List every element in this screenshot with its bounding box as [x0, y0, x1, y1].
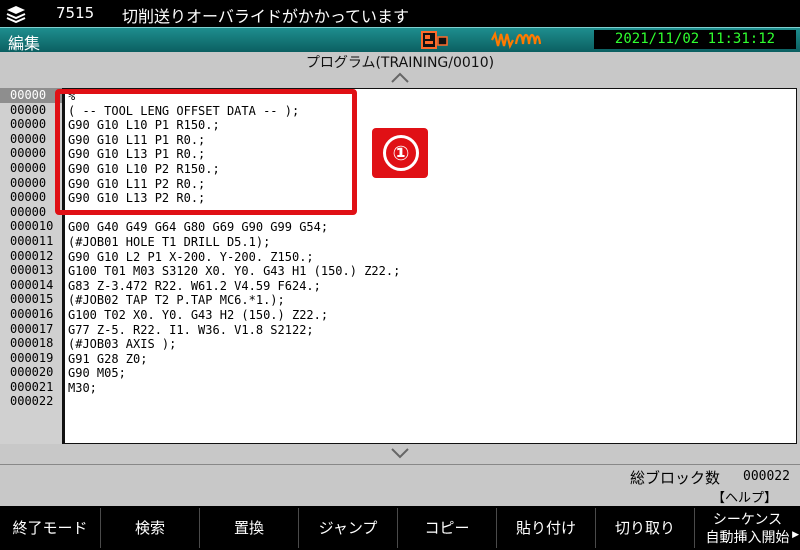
line-number: 000014 [10, 277, 54, 292]
line-number: 000011 [10, 233, 54, 248]
line-number: 00000 [10, 204, 47, 219]
line-number: 000019 [10, 350, 54, 365]
softkey-sequence-auto-insert[interactable]: シーケンス 自動挿入開始 ▶ [695, 508, 800, 548]
softkey-search[interactable]: 検索 [101, 508, 200, 548]
code-line[interactable]: G90 M05; [65, 366, 796, 381]
spindle-load-icon [491, 30, 542, 50]
submenu-arrow-icon: ▶ [792, 530, 799, 540]
code-line[interactable]: G100 T01 M03 S3120 X0. Y0. G43 H1 (150.)… [65, 264, 796, 279]
line-number: 000016 [10, 306, 54, 321]
edit-mode-icon [421, 31, 448, 49]
info-row: 総ブロック数 000022 [0, 464, 800, 487]
softkey-copy[interactable]: コピー [398, 508, 497, 548]
line-number: 000018 [10, 336, 54, 351]
line-number: 000015 [10, 292, 54, 307]
line-number: 00000 [10, 190, 47, 205]
line-number: 00000 [10, 102, 47, 117]
code-line[interactable]: (#JOB01 HOLE T1 DRILL D5.1); [65, 235, 796, 250]
code-line[interactable]: G00 G40 G49 G64 G80 G69 G90 G99 G54; [65, 220, 796, 235]
softkey-sequence-line2: 自動挿入開始 [705, 530, 790, 546]
softkey-bar: 終了モード 検索 置換 ジャンプ コピー 貼り付け 切り取り シーケンス 自動挿… [0, 506, 800, 550]
line-number: 00000 [10, 160, 47, 175]
code-line[interactable]: G83 Z-3.472 R22. W61.2 V4.59 F624.; [65, 279, 796, 294]
clock-display: 2021/11/02 11:31:12 [594, 30, 796, 49]
block-count-label: 総ブロック数 [630, 469, 721, 487]
line-number: 00000 [10, 175, 47, 190]
code-line[interactable]: G90 G10 L2 P1 X-200. Y-200. Z150.; [65, 250, 796, 265]
code-line[interactable]: G91 G28 Z0; [65, 352, 796, 367]
softkey-replace[interactable]: 置換 [200, 508, 299, 548]
annotation-number: ① [383, 135, 419, 171]
softkey-cut[interactable]: 切り取り [596, 508, 695, 548]
alarm-bar: 7515 切削送りオーバライドがかかっています [0, 0, 800, 27]
program-title: プログラム(TRAINING/0010) [305, 55, 495, 71]
line-number: 00000 [10, 117, 47, 132]
line-number: 000010 [10, 219, 54, 234]
line-number: 000017 [10, 321, 54, 336]
status-bar: 編集 2021/11/02 11:31:12 [0, 27, 800, 53]
line-number: 00000 [10, 131, 47, 146]
line-number: 00000 [0, 88, 62, 103]
mode-label: 編集 [8, 34, 41, 53]
line-number: 000021 [10, 379, 54, 394]
annotation-badge: ① [372, 128, 428, 178]
line-number: 000020 [10, 365, 54, 380]
block-count-value: 000022 [743, 469, 790, 484]
alarm-message: 切削送りオーバライドがかかっています [122, 7, 410, 26]
code-line[interactable] [65, 395, 796, 410]
softkey-sequence-line1: シーケンス [712, 512, 783, 528]
alarm-code: 7515 [56, 4, 95, 22]
line-number: 000022 [10, 394, 54, 409]
softkey-paste[interactable]: 貼り付け [497, 508, 596, 548]
line-number: 000012 [10, 248, 54, 263]
line-number: 00000 [10, 146, 47, 161]
scroll-up-icon[interactable] [390, 71, 410, 85]
code-line[interactable]: (#JOB03 AXIS ); [65, 337, 796, 352]
layers-icon [6, 6, 26, 23]
code-line[interactable]: G100 T02 X0. Y0. G43 H2 (150.) Z22.; [65, 308, 796, 323]
help-label[interactable]: 【ヘルプ】 [712, 487, 777, 506]
softkey-jump[interactable]: ジャンプ [299, 508, 398, 548]
code-line[interactable]: (#JOB02 TAP T2 P.TAP MC6.*1.); [65, 293, 796, 308]
line-number: 000013 [10, 263, 54, 278]
softkey-end-mode[interactable]: 終了モード [0, 508, 101, 548]
code-line[interactable]: G77 Z-5. R22. I1. W36. V1.8 S2122; [65, 323, 796, 338]
scroll-down-icon[interactable] [390, 447, 410, 459]
code-line[interactable]: M30; [65, 381, 796, 396]
annotation-highlight-box [55, 89, 357, 215]
